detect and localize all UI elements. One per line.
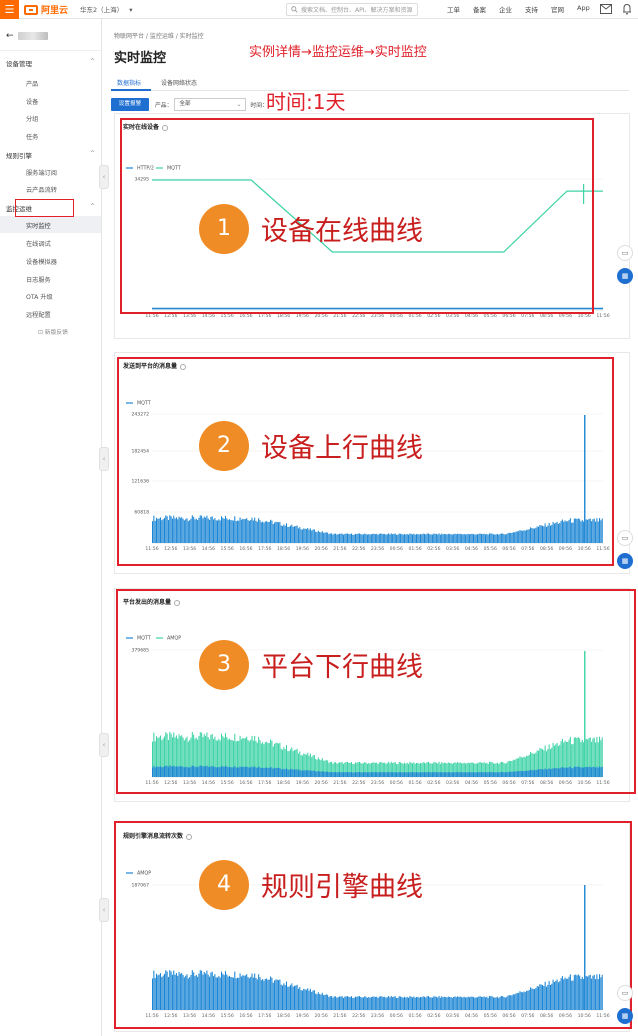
set-alarm-button[interactable]: 设置报警 — [111, 97, 149, 111]
annotation-label: 设备在线曲线 — [261, 216, 423, 247]
sidebar-item-device[interactable]: 设备 — [26, 97, 38, 106]
sidebar: ← 设备管理 ^ 产品 设备 分组 任务 规则引擎 ^ 服务端订阅 云产品流转 … — [0, 19, 102, 1036]
nav-ticket[interactable]: 工单 — [447, 4, 460, 14]
x-tick-label: 11:56 — [596, 313, 609, 319]
sidebar-item-ota[interactable]: OTA 升级 — [26, 292, 53, 301]
tab-data-metrics[interactable]: 数据指标 — [117, 78, 141, 87]
sidebar-item-task[interactable]: 任务 — [26, 132, 38, 141]
apps-float-button[interactable]: ▦ — [617, 553, 633, 569]
annotation-box-3 — [116, 589, 636, 794]
sidebar-item-group[interactable]: 分组 — [26, 114, 38, 123]
nav-icp[interactable]: 备案 — [473, 4, 486, 14]
sidebar-item-cloud-forwarding[interactable]: 云产品流转 — [26, 185, 57, 194]
feedback-float-button[interactable]: ▭ — [617, 245, 633, 261]
sidebar-item-remote-config[interactable]: 远程配置 — [26, 310, 51, 319]
feedback-label: 新版反馈 — [44, 330, 68, 336]
sidebar-item-device-simulator[interactable]: 设备模拟器 — [26, 257, 57, 266]
search-input[interactable]: 搜索文档、控制台、API、解决方案和资源 — [286, 3, 418, 16]
logo-text: 阿里云 — [41, 6, 69, 16]
highlight-box-active-menu — [15, 199, 74, 217]
chevron-up-icon[interactable]: ^ — [90, 203, 95, 210]
back-button[interactable]: ← — [6, 31, 48, 41]
region-label: 华东2（上海） — [80, 6, 124, 14]
search-icon — [291, 6, 298, 13]
annotation-box-4 — [114, 821, 632, 1029]
product-select[interactable]: 全部 ⌄ — [174, 97, 247, 111]
aliyun-logo[interactable]: 阿里云 — [24, 3, 68, 16]
time-label: 时间： — [250, 102, 268, 109]
tab-device-network[interactable]: 设备网络状态 — [161, 78, 197, 87]
sidebar-item-server-subscription[interactable]: 服务端订阅 — [26, 168, 57, 177]
logo-mark-icon — [24, 4, 38, 15]
filter-row: 设置报警 产品： 全部 ⌄ 时间： — [111, 97, 268, 111]
feedback-icon: ⊡ — [38, 330, 45, 336]
annotation-label: 规则引擎曲线 — [261, 872, 423, 903]
annotation-label: 平台下行曲线 — [261, 652, 423, 683]
annotation-number: 1 — [199, 204, 249, 254]
message-icon[interactable] — [600, 4, 612, 14]
annotation-number: 4 — [199, 860, 249, 910]
annotation-label: 设备上行曲线 — [261, 433, 423, 464]
instance-name-redacted — [17, 32, 48, 40]
group-device-management[interactable]: 设备管理 — [6, 58, 32, 68]
chevron-up-icon[interactable]: ^ — [90, 150, 95, 157]
sidebar-item-label: 实时监控 — [26, 223, 51, 230]
divider — [0, 50, 101, 51]
sidebar-item-log-service[interactable]: 日志服务 — [26, 275, 51, 284]
tab-underline — [111, 89, 151, 91]
nav-official-site[interactable]: 官网 — [551, 4, 564, 14]
annotation-number: 2 — [199, 421, 249, 471]
bell-icon[interactable] — [622, 3, 632, 15]
annotation-path: 实例详情→监控运维→实时监控 — [249, 45, 427, 60]
product-label: 产品： — [155, 102, 173, 109]
nav-enterprise[interactable]: 企业 — [499, 4, 512, 14]
apps-float-button[interactable]: ▦ — [617, 268, 633, 284]
sidebar-item-online-debug[interactable]: 在线调试 — [26, 239, 51, 248]
annotation-number: 3 — [199, 640, 249, 690]
chevron-up-icon[interactable]: ^ — [90, 58, 95, 65]
arrow-left-icon: ← — [6, 31, 14, 41]
sidebar-item-realtime-monitoring[interactable]: 实时监控 — [0, 216, 101, 233]
sidebar-item-product[interactable]: 产品 — [26, 79, 38, 88]
group-rule-engine[interactable]: 规则引擎 — [6, 150, 32, 160]
region-selector[interactable]: 华东2（上海） ▾ — [80, 4, 132, 14]
nav-support[interactable]: 支持 — [525, 4, 538, 14]
feedback-link[interactable]: ⊡ 新版反馈 — [38, 327, 68, 336]
feedback-float-button[interactable]: ▭ — [617, 530, 633, 546]
tab-bar: 数据指标 设备网络状态 — [111, 75, 629, 91]
product-value: 全部 — [179, 100, 191, 107]
apps-float-button[interactable]: ▦ — [617, 1008, 633, 1024]
chevron-down-icon: ⌄ — [236, 100, 242, 108]
breadcrumb[interactable]: 物联网平台 / 监控运维 / 实时监控 — [114, 31, 204, 40]
feedback-float-button[interactable]: ▭ — [617, 985, 633, 1001]
top-bar: ☰ 阿里云 华东2（上海） ▾ 搜索文档、控制台、API、解决方案和资源 工单 … — [0, 0, 638, 19]
search-placeholder: 搜索文档、控制台、API、解决方案和资源 — [301, 7, 413, 14]
page-title: 实时监控 — [114, 51, 167, 66]
chevron-down-icon: ▾ — [129, 6, 133, 14]
nav-app[interactable]: App — [577, 4, 590, 12]
hamburger-icon[interactable]: ☰ — [0, 0, 19, 19]
